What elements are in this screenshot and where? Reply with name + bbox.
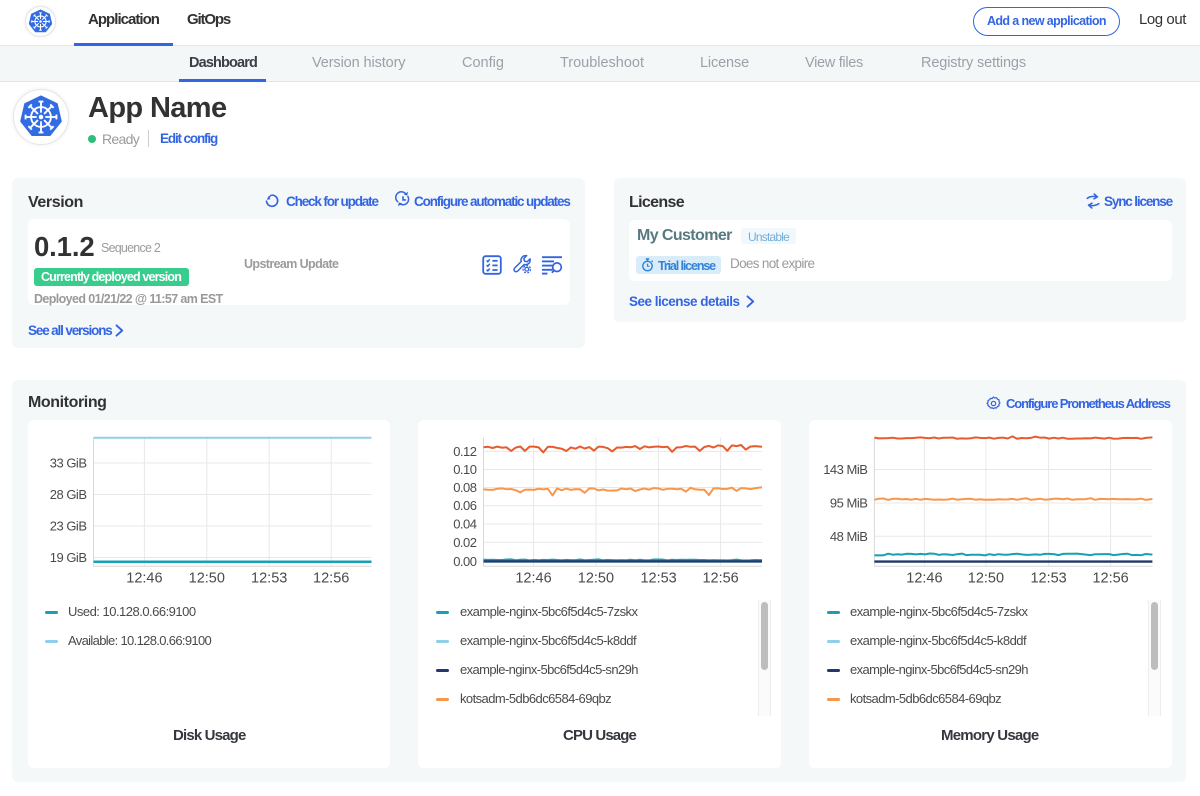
svg-text:12:50: 12:50 [578, 571, 614, 587]
svg-text:12:50: 12:50 [189, 571, 225, 587]
svg-text:95 MiB: 95 MiB [830, 496, 867, 511]
svg-text:23 GiB: 23 GiB [50, 519, 87, 534]
svg-text:0.12: 0.12 [453, 444, 477, 459]
svg-text:0.04: 0.04 [453, 517, 477, 532]
svg-text:12:50: 12:50 [968, 571, 1004, 587]
svg-text:0.06: 0.06 [453, 498, 477, 513]
svg-text:12:56: 12:56 [313, 571, 349, 587]
svg-text:12:46: 12:46 [906, 571, 942, 587]
svg-text:28 GiB: 28 GiB [50, 487, 87, 502]
svg-text:12:56: 12:56 [1092, 571, 1128, 587]
svg-text:12:53: 12:53 [251, 571, 287, 587]
svg-text:12:56: 12:56 [702, 571, 738, 587]
svg-text:19 GiB: 19 GiB [50, 550, 87, 565]
svg-text:12:53: 12:53 [640, 571, 676, 587]
svg-text:0.08: 0.08 [453, 480, 477, 495]
svg-text:0.10: 0.10 [453, 462, 477, 477]
svg-text:12:46: 12:46 [126, 571, 162, 587]
svg-text:12:53: 12:53 [1030, 571, 1066, 587]
svg-text:0.02: 0.02 [453, 535, 477, 550]
svg-text:33 GiB: 33 GiB [50, 456, 87, 471]
svg-text:143 MiB: 143 MiB [823, 462, 867, 477]
svg-text:12:46: 12:46 [515, 571, 551, 587]
svg-text:0.00: 0.00 [453, 554, 477, 569]
svg-text:48 MiB: 48 MiB [830, 529, 867, 544]
